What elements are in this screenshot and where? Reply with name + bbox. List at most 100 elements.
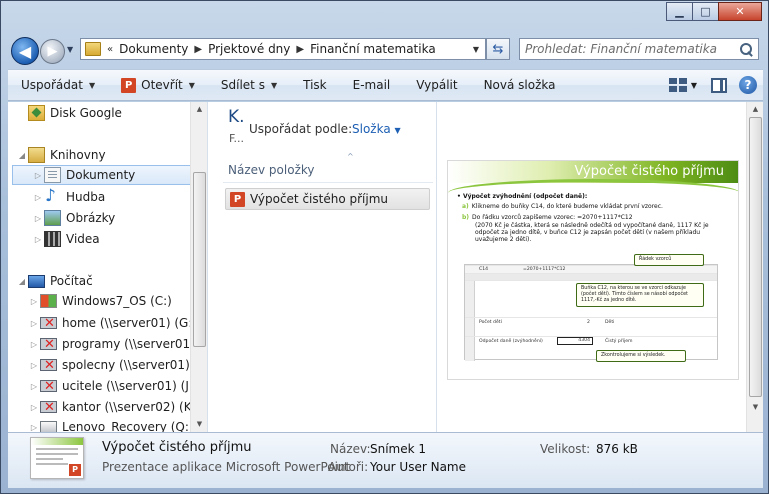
- powerpoint-file-icon: P: [230, 191, 245, 207]
- sidebar-item-label: Lenovo_Recovery (Q:): [62, 420, 194, 432]
- row-14: Odpočet daně (zvýhodnění) 4304 Čistý pří…: [465, 336, 717, 346]
- maximize-button[interactable]: □: [692, 2, 719, 21]
- collapsed-arrow-icon[interactable]: ▷: [32, 235, 44, 244]
- slide-heading-text: Výpočet zvýhodnění (odpočet daně):: [462, 193, 588, 200]
- collapsed-arrow-icon[interactable]: ▷: [28, 340, 40, 349]
- scroll-down-icon[interactable]: ▼: [747, 400, 764, 415]
- print-button[interactable]: Tisk: [290, 70, 340, 100]
- sidebar-item-dokumenty[interactable]: ▷ Dokumenty: [12, 165, 192, 185]
- sidebar-item-spolecny[interactable]: ▷ spolecny (\\server01) (I:): [28, 355, 208, 375]
- row-12-note: Děti: [605, 320, 615, 325]
- sidebar-item-label: spolecny (\\server01) (I:): [62, 358, 208, 372]
- step-number: a): [462, 203, 469, 210]
- scroll-up-icon[interactable]: ▲: [747, 102, 764, 117]
- file-row[interactable]: P Výpočet čistého příjmu: [225, 188, 430, 210]
- recent-pages-icon[interactable]: ▼: [67, 45, 73, 54]
- share-button[interactable]: Sdílet s ▼: [208, 70, 290, 100]
- sidebar-item-knihovny[interactable]: ◢ Knihovny: [16, 145, 106, 165]
- breadcrumb-financni-matematika[interactable]: Finanční matematika: [310, 42, 436, 56]
- video-icon: [44, 231, 61, 247]
- sidebar-item-kantor[interactable]: ▷ kantor (\\server02) (K:): [28, 397, 200, 417]
- collapsed-arrow-icon[interactable]: ▷: [28, 403, 40, 412]
- row-14-label: Odpočet daně (zvýhodnění): [479, 339, 543, 344]
- back-button[interactable]: ◀: [11, 37, 39, 65]
- slide-step: a) Klikneme do buňky C14, do které budeme…: [462, 203, 663, 210]
- sidebar-item-label: Knihovny: [50, 148, 106, 162]
- search-placeholder: Prohledat: Finanční matematika: [525, 42, 718, 56]
- collapsed-arrow-icon[interactable]: ▷: [28, 423, 40, 432]
- burn-button[interactable]: Vypálit: [403, 70, 470, 100]
- refresh-button[interactable]: ⇆: [486, 38, 510, 60]
- chevron-down-icon: ▼: [394, 126, 401, 135]
- change-view-icon[interactable]: [668, 78, 687, 92]
- collapsed-arrow-icon[interactable]: ▷: [28, 382, 40, 391]
- callout-cell-c12: Buňka C12, na kterou se ve vzorci odkazu…: [576, 283, 704, 307]
- slide-title: Výpočet čistého příjmu: [574, 164, 725, 179]
- header-divider: [223, 182, 433, 183]
- collapsed-arrow-icon[interactable]: ▷: [32, 214, 44, 223]
- sidebar-item-lenovo-recovery[interactable]: ▷ Lenovo_Recovery (Q:): [28, 417, 194, 432]
- sidebar-item-pocitac[interactable]: ◢ Počítač: [16, 271, 93, 291]
- sidebar-item-ucitele[interactable]: ▷ ucitele (\\server01) (J:): [28, 376, 198, 396]
- arrange-by-dropdown[interactable]: Složka ▼: [352, 122, 401, 136]
- sidebar-item-label: Videa: [66, 232, 100, 246]
- preview-scrollbar[interactable]: ▲ ▼: [746, 102, 763, 432]
- column-header-name[interactable]: Název položky: [228, 163, 314, 177]
- arrange-by-label: Uspořádat podle:: [249, 122, 353, 136]
- sidebar-item-obrazky[interactable]: ▷ Obrázky: [32, 208, 115, 228]
- step-text: Do řádku vzorců zapíšeme vzorec: =2070+1…: [472, 214, 633, 221]
- sidebar-scrollbar[interactable]: ▲ ▼: [190, 102, 207, 432]
- breadcrumb-separator-icon[interactable]: ▶: [296, 44, 304, 55]
- scrollbar-thumb[interactable]: [193, 172, 206, 347]
- breadcrumb-separator-icon[interactable]: ▶: [194, 44, 202, 55]
- address-dropdown-icon[interactable]: ▼: [467, 45, 485, 54]
- sidebar-item-home[interactable]: ▷ home (\\server01) (G:): [28, 313, 197, 333]
- google-drive-icon: [28, 105, 45, 121]
- details-author-value[interactable]: Your User Name: [370, 460, 466, 474]
- address-bar[interactable]: « Dokumenty ▶ Prjektové dny ▶ Finanční m…: [80, 38, 486, 60]
- preview-pane-icon[interactable]: [711, 77, 727, 93]
- help-icon[interactable]: ?: [739, 76, 757, 94]
- scroll-up-icon[interactable]: ▲: [191, 102, 207, 117]
- sidebar-item-label: Počítač: [50, 274, 93, 288]
- sidebar-item-windows7-os[interactable]: ▷ Windows7_OS (C:): [28, 291, 172, 311]
- collapsed-arrow-icon[interactable]: ▷: [32, 171, 44, 180]
- organize-label: Uspořádat: [21, 78, 83, 92]
- sidebar-item-disk-google[interactable]: Disk Google: [28, 103, 122, 123]
- collapsed-arrow-icon[interactable]: ▷: [28, 297, 40, 306]
- scrollbar-thumb[interactable]: [749, 117, 762, 397]
- breadcrumb-overflow[interactable]: «: [107, 44, 113, 55]
- expanded-arrow-icon[interactable]: ◢: [16, 277, 28, 286]
- open-button[interactable]: P Otevřít ▼: [108, 70, 208, 100]
- slide-step: b) Do řádku vzorců zapíšeme vzorec: =2070…: [462, 214, 633, 221]
- sidebar-item-programy[interactable]: ▷ programy (\\server01) (H: [28, 334, 207, 354]
- sidebar-item-hudba[interactable]: ▷ Hudba: [32, 186, 105, 207]
- share-label: Sdílet s: [220, 78, 265, 92]
- search-icon[interactable]: [740, 42, 753, 56]
- step-text: Klikneme do buňky C14, do které budeme v…: [471, 203, 663, 210]
- disconnected-drive-icon: [40, 358, 57, 373]
- details-name-value[interactable]: Snímek 1: [370, 442, 426, 456]
- expanded-arrow-icon[interactable]: ◢: [16, 151, 28, 160]
- new-folder-button[interactable]: Nová složka: [471, 70, 569, 100]
- slide-heading: • Výpočet zvýhodnění (odpočet daně):: [457, 193, 588, 200]
- search-input[interactable]: Prohledat: Finanční matematika: [519, 38, 759, 60]
- chevron-down-icon: ▼: [88, 80, 96, 90]
- email-button[interactable]: E-mail: [340, 70, 404, 100]
- sidebar-item-videa[interactable]: ▷ Videa: [32, 229, 100, 249]
- close-button[interactable]: ✕: [718, 2, 762, 21]
- collapsed-arrow-icon[interactable]: ▷: [32, 193, 44, 202]
- minimize-button[interactable]: ▁: [666, 2, 693, 21]
- slide-note: (2070 Kč je částka, která se následně od…: [475, 222, 709, 243]
- cell-reference: C14: [479, 267, 489, 272]
- collapsed-arrow-icon[interactable]: ▷: [28, 361, 40, 370]
- breadcrumb-projektove-dny[interactable]: Prjektové dny: [208, 42, 290, 56]
- scroll-down-icon[interactable]: ▼: [191, 417, 207, 432]
- breadcrumb-dokumenty[interactable]: Dokumenty: [119, 42, 188, 56]
- organize-button[interactable]: Uspořádat ▼: [8, 70, 108, 100]
- preview-pane: Výpočet čistého příjmu • Výpočet zvýhodn…: [438, 102, 763, 432]
- chevron-down-icon[interactable]: ▼: [691, 81, 697, 90]
- collapsed-arrow-icon[interactable]: ▷: [28, 319, 40, 328]
- forward-button[interactable]: ▶: [40, 39, 65, 64]
- details-size-label: Velikost:: [540, 442, 591, 456]
